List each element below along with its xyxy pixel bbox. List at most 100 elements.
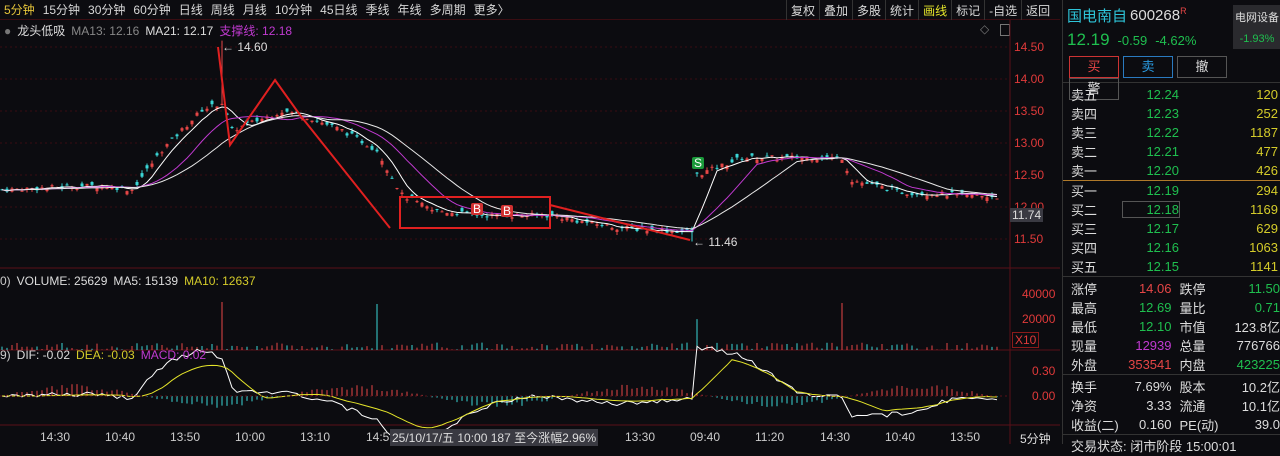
candle-body <box>580 221 584 223</box>
level-price: 12.20 <box>1146 163 1179 178</box>
candle-body <box>340 129 344 131</box>
price-axis-label: 13.50 <box>1014 104 1045 118</box>
period-tab[interactable]: 月线 <box>243 1 267 18</box>
candle-body <box>610 227 614 230</box>
level-price: 12.18 <box>1122 201 1180 218</box>
period-tab[interactable]: 5分钟 <box>4 1 35 18</box>
candle-body <box>925 195 929 200</box>
candle-body <box>980 195 984 198</box>
candle-body <box>65 184 69 186</box>
cancel-button[interactable]: 撤 <box>1177 56 1227 78</box>
volume-ma5: MA5: 15139 <box>113 274 179 288</box>
order-book-row[interactable]: 卖二 12.21 477 <box>1063 142 1280 161</box>
level-volume: 1063 <box>1249 240 1278 255</box>
order-book-row[interactable]: 卖三 12.22 1187 <box>1063 123 1280 142</box>
level-volume: 477 <box>1256 144 1278 159</box>
level-label: 买三 <box>1071 222 1098 237</box>
stat-value: 353541 <box>1128 357 1172 372</box>
order-book-row[interactable]: 卖一 12.20 426 <box>1063 161 1280 180</box>
period-tab[interactable]: 更多〉 <box>474 1 510 18</box>
period-tab[interactable]: 15分钟 <box>43 1 80 18</box>
period-label[interactable]: 5分钟 <box>1020 430 1051 447</box>
candle-body <box>905 194 909 197</box>
candle-body <box>290 112 294 114</box>
period-tab[interactable]: 年线 <box>398 1 422 18</box>
candle-body <box>760 158 764 162</box>
stat-row: 外盘 353541 内盘 423225 <box>1063 355 1280 374</box>
level-volume: 120 <box>1256 87 1278 102</box>
period-tab[interactable]: 日线 <box>179 1 203 18</box>
tool-button[interactable]: 画线 <box>918 0 951 20</box>
sector-box[interactable]: 电网设备 -1.93% <box>1233 5 1280 49</box>
stat-label: 换手 <box>1071 380 1098 395</box>
tool-button[interactable]: 多股 <box>852 0 885 20</box>
candle-body <box>430 209 434 212</box>
candle-body <box>360 140 364 144</box>
period-tab[interactable]: 30分钟 <box>88 1 125 18</box>
candle-body <box>885 189 889 192</box>
level-label: 买五 <box>1071 260 1098 275</box>
tool-button[interactable]: 复权 <box>786 0 819 20</box>
order-book-row[interactable]: 买五 12.15 1141 <box>1063 257 1280 276</box>
period-tab[interactable]: 季线 <box>366 1 390 18</box>
order-book-row[interactable]: 买三 12.17 629 <box>1063 219 1280 238</box>
order-book-row[interactable]: 卖四 12.23 252 <box>1063 104 1280 123</box>
period-tab[interactable]: 周线 <box>211 1 235 18</box>
price-axis-label: 12.50 <box>1014 168 1045 182</box>
level-volume: 294 <box>1256 183 1278 198</box>
candle-body <box>180 128 184 131</box>
candle-body <box>845 170 849 174</box>
level-price: 12.19 <box>1146 183 1179 198</box>
tool-button[interactable]: -自选 <box>984 0 1021 20</box>
buy-button[interactable]: 买 <box>1069 56 1119 78</box>
order-book-row[interactable]: 买二 12.18 1169 <box>1063 200 1280 219</box>
stat-value: 776766 <box>1236 338 1280 353</box>
candle-body <box>345 133 349 136</box>
candle-body <box>380 160 384 165</box>
ma-line <box>1 106 998 233</box>
period-tab[interactable]: 45日线 <box>320 1 357 18</box>
cursor-info: 25/10/17/五 10:00 187 至今涨幅2.96% <box>390 429 599 446</box>
macd-value: MACD: 0.02 <box>140 348 207 362</box>
stat-label: 流通 <box>1179 399 1206 414</box>
level-volume: 629 <box>1256 221 1278 236</box>
period-tab[interactable]: 多周期 <box>430 1 466 18</box>
order-book-row[interactable]: 卖五 12.24 120 <box>1063 85 1280 104</box>
stat-label: 市值 <box>1179 320 1206 335</box>
macd-dea: DEA: -0.03 <box>76 348 135 362</box>
time-axis-label: 14:30 <box>820 430 851 444</box>
candle-body <box>320 122 324 125</box>
tool-button[interactable]: 叠加 <box>819 0 852 20</box>
level-label: 卖三 <box>1071 126 1098 141</box>
period-tab[interactable]: 60分钟 <box>133 1 170 18</box>
time-axis-label: 09:40 <box>690 430 721 444</box>
candle-body <box>275 115 279 117</box>
price-pct: -4.62% <box>1155 33 1197 48</box>
tool-button[interactable]: 统计 <box>885 0 918 20</box>
sell-button[interactable]: 卖 <box>1123 56 1173 78</box>
candle-body <box>825 155 829 158</box>
candle-body <box>145 165 149 169</box>
stat-value: 423225 <box>1236 357 1280 372</box>
candle-body <box>815 159 819 163</box>
candle-body <box>125 191 129 195</box>
candle-body <box>250 120 254 122</box>
buy-signal: B <box>473 202 481 216</box>
stat-label: 量比 <box>1179 301 1206 316</box>
candle-body <box>160 152 164 154</box>
tool-button[interactable]: 标记 <box>951 0 984 20</box>
low-label: ← 11.46 <box>693 235 738 249</box>
candle-body <box>935 195 939 198</box>
sector-name: 电网设备 <box>1235 12 1279 24</box>
kline-chart[interactable]: ← 14.60 ← 11.46 S B B <box>0 20 1060 444</box>
candle-body <box>730 159 734 163</box>
time-axis-label: 11:20 <box>755 430 785 444</box>
candle-body <box>365 146 369 148</box>
order-book-row[interactable]: 买一 12.19 294 <box>1063 181 1280 200</box>
candle-body <box>370 146 374 150</box>
period-tab[interactable]: 10分钟 <box>275 1 312 18</box>
tool-button[interactable]: 返回 <box>1021 0 1054 20</box>
candle-body <box>765 155 769 157</box>
order-book-row[interactable]: 买四 12.16 1063 <box>1063 238 1280 257</box>
candle-body <box>900 192 904 194</box>
